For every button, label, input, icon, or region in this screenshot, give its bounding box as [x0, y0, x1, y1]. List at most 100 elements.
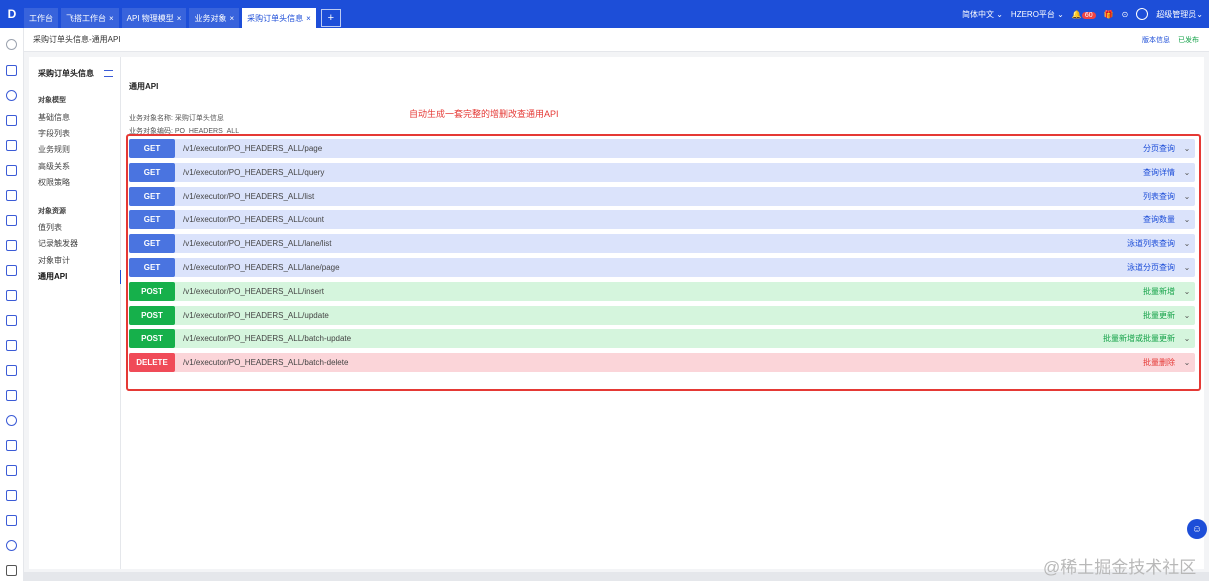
user-menu[interactable]: 超级管理员⌄	[1156, 9, 1203, 20]
nav-item-record-trigger[interactable]: 记录触发器	[38, 238, 78, 249]
api-description: 列表查询	[1143, 191, 1175, 201]
api-row[interactable]: GET/v1/executor/PO_HEADERS_ALL/count 查询数量…	[129, 210, 1195, 230]
close-icon[interactable]: ×	[306, 14, 311, 23]
nav-item-permissions[interactable]: 权限策略	[38, 177, 70, 188]
language-select[interactable]: 简体中文 ⌄	[962, 9, 1003, 20]
nav-item-general-api[interactable]: 通用API	[38, 271, 67, 282]
method-badge: POST	[129, 281, 175, 301]
nav-item-audit[interactable]: 对象审计	[38, 255, 70, 266]
api-row[interactable]: GET/v1/executor/PO_HEADERS_ALL/list 列表查询 ⌄	[129, 186, 1195, 206]
menu-icon-8[interactable]	[6, 240, 17, 251]
avatar[interactable]	[1136, 8, 1149, 20]
api-row[interactable]: GET/v1/executor/PO_HEADERS_ALL/page 分页查询 ⌄	[129, 139, 1195, 158]
nav-item-relations[interactable]: 高级关系	[38, 161, 70, 172]
tab-label: API 物理模型	[126, 13, 174, 23]
api-description: 泳道列表查询	[1127, 239, 1175, 249]
menu-icon-10[interactable]	[6, 290, 17, 301]
api-row[interactable]: GET/v1/executor/PO_HEADERS_ALL/lane/page…	[129, 258, 1195, 277]
chevron-down-icon[interactable]: ⌄	[1181, 192, 1193, 201]
left-icon-rail	[0, 28, 24, 581]
play-icon[interactable]: ⊙	[1122, 10, 1129, 19]
nav-item-value-list[interactable]: 值列表	[38, 222, 62, 233]
tab-api-model[interactable]: API 物理模型 ×	[121, 8, 187, 28]
nav-group-object-model: 对象模型	[38, 97, 66, 104]
close-icon[interactable]: ×	[109, 14, 114, 23]
annotation-text: 自动生成一套完整的增删改查通用API	[409, 109, 559, 119]
method-badge: POST	[129, 329, 175, 349]
page-title: 通用API	[129, 82, 159, 91]
chevron-down-icon[interactable]: ⌄	[1181, 215, 1193, 224]
platform-select[interactable]: HZERO平台 ⌄	[1011, 9, 1064, 20]
api-row[interactable]: POST/v1/executor/PO_HEADERS_ALL/batch-up…	[129, 329, 1195, 349]
chevron-down-icon[interactable]: ⌄	[1181, 263, 1193, 272]
menu-icon-12[interactable]	[6, 340, 17, 351]
object-name: 业务对象名称: 采购订单头信息	[129, 115, 224, 122]
menu-icon-19[interactable]	[6, 515, 17, 526]
menu-icon-13[interactable]	[6, 365, 17, 376]
chevron-down-icon[interactable]: ⌄	[1181, 168, 1193, 177]
tab-workbench[interactable]: 工作台	[24, 8, 58, 28]
api-description: 批量更新	[1143, 310, 1175, 320]
nav-item-basic-info[interactable]: 基础信息	[38, 112, 70, 123]
api-description: 批量删除	[1143, 358, 1175, 368]
menu-icon-11[interactable]	[6, 315, 17, 326]
api-row[interactable]: GET/v1/executor/PO_HEADERS_ALL/query 查询详情…	[129, 162, 1195, 182]
menu-icon-20[interactable]	[6, 540, 17, 551]
menu-icon-3[interactable]	[6, 115, 17, 126]
nav-item-business-rules[interactable]: 业务规则	[38, 144, 70, 155]
close-icon[interactable]: ×	[177, 14, 182, 23]
close-icon[interactable]: ×	[229, 14, 234, 23]
list-icon[interactable]	[104, 70, 113, 77]
api-path: /v1/executor/PO_HEADERS_ALL/lane/page	[183, 263, 340, 272]
chevron-down-icon[interactable]: ⌄	[1181, 287, 1193, 296]
chevron-down-icon[interactable]: ⌄	[1181, 144, 1193, 153]
tab-feida-workbench[interactable]: 飞搭工作台 ×	[61, 8, 119, 28]
help-button[interactable]: ☺	[1187, 519, 1207, 539]
chevron-down-icon[interactable]: ⌄	[1181, 358, 1193, 367]
menu-icon-5[interactable]	[6, 165, 17, 176]
bottom-scrollbar[interactable]	[24, 572, 1209, 581]
search-icon[interactable]	[6, 39, 17, 50]
chevron-down-icon[interactable]: ⌄	[1181, 334, 1193, 343]
version-info-link[interactable]: 版本信息	[1142, 35, 1170, 45]
add-tab-button[interactable]: +	[320, 9, 341, 27]
tab-label: 飞搭工作台	[66, 13, 106, 23]
tab-business-object[interactable]: 业务对象 ×	[189, 8, 240, 28]
tab-label: 采购订单头信息	[247, 13, 304, 23]
menu-icon-16[interactable]	[6, 440, 17, 451]
api-path: /v1/executor/PO_HEADERS_ALL/batch-delete	[183, 358, 349, 368]
breadcrumb: 采购订单头信息-通用API	[33, 35, 121, 44]
api-row[interactable]: POST/v1/executor/PO_HEADERS_ALL/insert 批量…	[129, 281, 1195, 301]
app-logo[interactable]: D	[0, 0, 24, 28]
api-description: 查询数量	[1143, 215, 1175, 225]
api-row[interactable]: DELETE/v1/executor/PO_HEADERS_ALL/batch-…	[129, 353, 1195, 373]
menu-icon-6[interactable]	[6, 190, 17, 201]
nav-item-field-list[interactable]: 字段列表	[38, 128, 70, 139]
api-path: /v1/executor/PO_HEADERS_ALL/page	[183, 144, 323, 153]
api-description: 分页查询	[1143, 144, 1175, 153]
status-badge: 已发布	[1178, 37, 1199, 44]
menu-icon-17[interactable]	[6, 465, 17, 476]
menu-icon-14[interactable]	[6, 390, 17, 401]
chevron-down-icon[interactable]: ⌄	[1181, 239, 1193, 248]
menu-icon-2[interactable]	[6, 90, 17, 101]
method-badge: GET	[129, 162, 175, 182]
menu-icon-4[interactable]	[6, 140, 17, 151]
menu-icon-1[interactable]	[6, 65, 17, 76]
menu-icon-9[interactable]	[6, 265, 17, 276]
menu-icon-18[interactable]	[6, 490, 17, 501]
chevron-down-icon[interactable]: ⌄	[1181, 311, 1193, 320]
method-badge: GET	[129, 234, 175, 254]
api-row[interactable]: POST/v1/executor/PO_HEADERS_ALL/update 批量…	[129, 305, 1195, 325]
tab-label: 业务对象	[194, 13, 227, 23]
tab-po-header[interactable]: 采购订单头信息 ×	[242, 8, 316, 28]
menu-icon-15[interactable]	[6, 415, 17, 426]
notification-button[interactable]: 🔔 60	[1072, 10, 1096, 19]
method-badge: GET	[129, 186, 175, 206]
gift-icon[interactable]: 🎁	[1104, 10, 1114, 19]
api-row[interactable]: GET/v1/executor/PO_HEADERS_ALL/lane/list…	[129, 234, 1195, 254]
method-badge: DELETE	[129, 353, 175, 373]
menu-icon-7[interactable]	[6, 215, 17, 226]
subheader-actions: 版本信息 已发布	[1142, 28, 1199, 52]
collapse-icon[interactable]	[6, 565, 17, 576]
